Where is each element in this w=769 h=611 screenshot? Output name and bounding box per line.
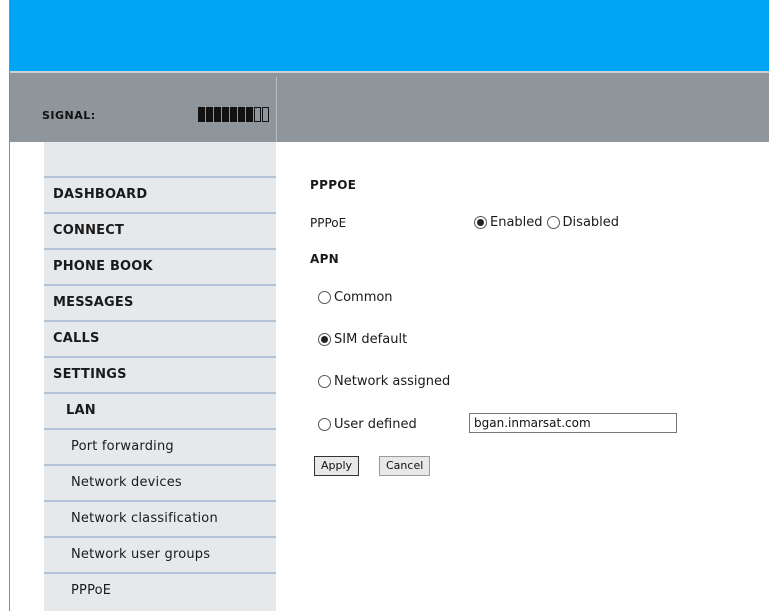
cancel-button[interactable]: Cancel [379, 456, 431, 476]
signal-segment [262, 107, 269, 122]
sidebar-item-network-user-groups[interactable]: Network user groups [44, 536, 276, 570]
apn-user-defined-radio[interactable] [318, 418, 331, 431]
sidebar-item-dashboard[interactable]: DASHBOARD [44, 176, 276, 210]
signal-segment [246, 107, 253, 122]
signal-label: SIGNAL: [42, 109, 96, 122]
sidebar-item-calls[interactable]: CALLS [44, 320, 276, 354]
apn-common-radio[interactable] [318, 291, 331, 304]
sidebar-item-connect[interactable]: CONNECT [44, 212, 276, 246]
sidebar-item-network-classification[interactable]: Network classification [44, 500, 276, 534]
pppoe-heading: PPPOE [310, 178, 357, 192]
pppoe-radio-group: Enabled Disabled [474, 215, 623, 230]
sidebar-nav: DASHBOARD CONNECT PHONE BOOK MESSAGES CA… [44, 142, 276, 611]
signal-segment [206, 107, 213, 122]
pppoe-enabled-label: Enabled [490, 215, 543, 230]
signal-divider [276, 77, 277, 142]
apply-button[interactable]: Apply [314, 456, 360, 476]
web-frame: SIGNAL: DASHBOARD CONNECT PHONE BOOK MES… [9, 0, 769, 611]
apn-option-sim-default: SIM default [318, 332, 411, 347]
sidebar-item-port-forwarding[interactable]: Port forwarding [44, 428, 276, 462]
signal-strength-meter [198, 107, 269, 122]
apn-user-defined-label: User defined [334, 417, 417, 432]
signal-segment [198, 107, 205, 122]
apn-common-label: Common [334, 290, 393, 305]
apn-network-assigned-label: Network assigned [334, 374, 451, 389]
sidebar-item-messages[interactable]: MESSAGES [44, 284, 276, 318]
sidebar-item-lan[interactable]: LAN [44, 392, 276, 426]
sidebar-item-settings[interactable]: SETTINGS [44, 356, 276, 390]
apn-heading: APN [310, 252, 340, 266]
apn-sim-default-radio[interactable] [318, 333, 331, 346]
signal-bar: SIGNAL: [10, 73, 769, 142]
apn-sim-default-label: SIM default [334, 332, 408, 347]
pppoe-enabled-radio[interactable] [474, 216, 487, 229]
signal-segment [254, 107, 261, 122]
pppoe-label: PPPoE [310, 216, 347, 230]
apn-option-common: Common [318, 290, 397, 305]
signal-segment [214, 107, 221, 122]
sidebar-item-phone-book[interactable]: PHONE BOOK [44, 248, 276, 282]
user-defined-apn-input[interactable] [469, 413, 677, 433]
apn-network-assigned-radio[interactable] [318, 375, 331, 388]
pppoe-disabled-label: Disabled [562, 215, 620, 230]
sidebar-item-pppoe[interactable]: PPPoE [44, 572, 276, 606]
apn-option-user-defined: User defined [318, 417, 421, 432]
pppoe-disabled-radio[interactable] [546, 216, 560, 229]
sidebar-item-network-devices[interactable]: Network devices [44, 464, 276, 498]
signal-segment [238, 107, 245, 122]
signal-segment [230, 107, 237, 122]
apn-option-network-assigned: Network assigned [318, 374, 454, 389]
signal-segment [222, 107, 229, 122]
top-banner [10, 0, 769, 71]
